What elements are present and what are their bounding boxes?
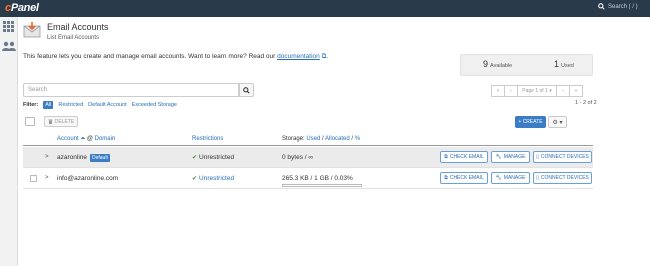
search-input[interactable]: Search — [23, 83, 239, 97]
users-icon[interactable] — [2, 41, 16, 51]
sort-up-icon: ⏶ — [80, 136, 86, 142]
device-icon: ▯ — [536, 175, 539, 181]
expand-chevron-icon[interactable]: > — [45, 154, 49, 160]
page-title: Email Accounts — [47, 22, 109, 32]
connect-devices-button[interactable]: ▯ CONNECT DEVICES — [533, 172, 592, 184]
filter-label: Filter: — [23, 102, 39, 108]
storage-usage-bar — [282, 184, 362, 187]
check-email-button[interactable]: ⧉ CHECK EMAIL — [440, 172, 488, 184]
column-restrictions[interactable]: Restrictions — [192, 136, 223, 142]
account-stats: 9 Available 1 Used — [460, 54, 593, 76]
documentation-link[interactable]: documentation — [277, 53, 320, 60]
search-icon — [598, 3, 605, 10]
top-bar: cPanel Search ( / ) — [0, 0, 650, 17]
prev-page-button[interactable]: ‹ — [504, 85, 518, 97]
filter-default-account[interactable]: Default Account — [88, 102, 127, 108]
row-checkbox[interactable] — [30, 175, 37, 182]
wrench-icon: 🔧 — [495, 175, 502, 181]
filter-all[interactable]: All — [43, 101, 54, 109]
create-button[interactable]: + CREATE — [515, 116, 546, 128]
first-page-button[interactable]: « — [491, 85, 505, 97]
intro-text: This feature lets you create and manage … — [23, 53, 329, 60]
results-count: 1 - 2 of 2 — [575, 100, 597, 106]
delete-button[interactable]: DELETE — [44, 116, 78, 127]
manage-button[interactable]: 🔧 MANAGE — [491, 151, 530, 163]
pagination: « ‹ Page 1 of 1 ▾ › » — [491, 85, 583, 97]
wrench-icon: 🔧 — [495, 154, 502, 160]
restriction-status: ✔ Unrestricted — [192, 154, 235, 161]
device-icon: ▯ — [536, 154, 539, 160]
column-storage: Storage: Used / Allocated / % — [282, 136, 361, 142]
manage-button[interactable]: 🔧 MANAGE — [491, 172, 530, 184]
top-search-placeholder: Search ( / ) — [608, 3, 638, 10]
table-header: Account ⏶ @ Domain Restrictions Storage:… — [23, 132, 593, 146]
last-page-button[interactable]: » — [569, 85, 583, 97]
account-name: azaronline Default — [57, 154, 110, 162]
checkmark-icon: ✔ — [192, 176, 198, 182]
used-stat: 1 Used — [554, 59, 574, 69]
storage-value: 0 bytes / ∞ — [282, 154, 314, 161]
check-email-button[interactable]: ⧉ CHECK EMAIL — [440, 151, 488, 163]
external-link-icon: ⧉ — [444, 175, 448, 181]
checkmark-icon: ✔ — [192, 155, 198, 161]
external-link-icon: ⧉ — [444, 154, 448, 160]
email-envelope-icon — [23, 22, 41, 38]
cpanel-logo[interactable]: cPanel — [5, 2, 39, 14]
filter-exceeded-storage[interactable]: Exceeded Storage — [132, 102, 177, 108]
select-all-checkbox[interactable] — [25, 117, 35, 126]
settings-gear-button[interactable]: ⚙ ▾ — [548, 116, 567, 128]
sidebar — [0, 17, 18, 266]
main-content: Email Accounts List Email Accounts This … — [18, 17, 650, 266]
search-button[interactable] — [239, 83, 254, 97]
restriction-status[interactable]: ✔ Unrestricted — [192, 175, 234, 182]
column-account[interactable]: Account ⏶ @ Domain — [57, 136, 115, 143]
storage-value: 265.3 KB / 1 GB / 0.03% — [282, 175, 353, 182]
page-select[interactable]: Page 1 of 1 ▾ — [517, 85, 557, 97]
page-subtitle: List Email Accounts — [47, 35, 100, 41]
trash-icon — [48, 119, 53, 124]
available-stat: 9 Available — [483, 59, 513, 69]
search-icon — [243, 86, 250, 94]
filter-bar: Filter: All Restricted Default Account E… — [23, 101, 177, 109]
top-search[interactable]: Search ( / ) — [598, 3, 638, 10]
default-badge: Default — [90, 154, 110, 162]
table-row: > azaronline Default ✔ Unrestricted 0 byte… — [23, 147, 593, 168]
next-page-button[interactable]: › — [556, 85, 570, 97]
account-name: info@azaronline.com — [57, 175, 119, 182]
expand-chevron-icon[interactable]: > — [45, 175, 49, 181]
table-row: > info@azaronline.com ✔ Unrestricted 265.… — [23, 168, 593, 189]
grid-icon[interactable] — [3, 21, 15, 32]
connect-devices-button[interactable]: ▯ CONNECT DEVICES — [533, 151, 592, 163]
filter-restricted[interactable]: Restricted — [58, 102, 83, 108]
